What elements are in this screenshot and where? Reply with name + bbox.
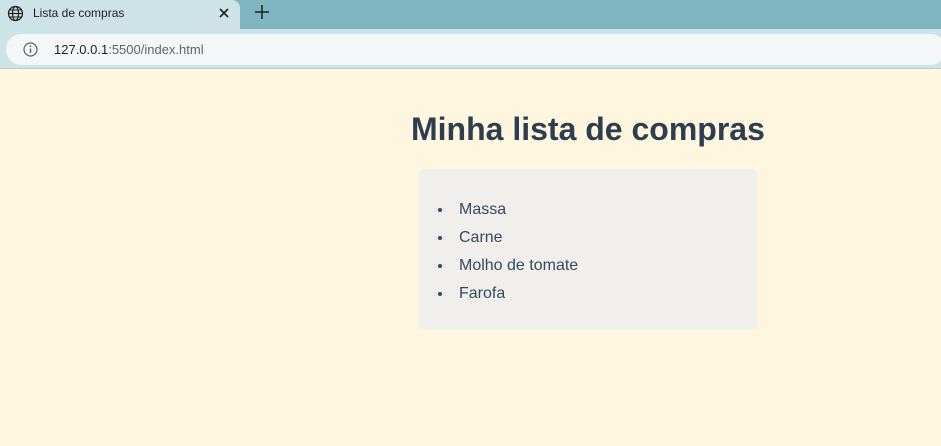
tab-title: Lista de compras [33,6,125,20]
shopping-list: Massa Carne Molho de tomate Farofa [438,196,578,308]
globe-icon [7,5,24,22]
list-item: Farofa [438,280,578,308]
info-icon[interactable] [23,42,38,57]
tab-lista-de-compras[interactable]: Lista de compras [0,0,240,29]
page-viewport: Minha lista de compras Massa Carne Molho… [0,69,941,446]
new-tab-plus-icon[interactable] [252,2,272,22]
url-path: :5500/index.html [108,42,204,57]
list-item: Carne [438,224,578,252]
address-bar[interactable]: 127.0.0.1:5500/index.html [6,34,941,65]
list-item: Molho de tomate [438,252,578,280]
tab-strip: Lista de compras [0,0,941,29]
close-tab-icon[interactable] [217,6,231,20]
list-item: Massa [438,196,578,224]
browser-toolbar: 127.0.0.1:5500/index.html [0,29,941,69]
page-title: Minha lista de compras [411,111,765,147]
url-host: 127.0.0.1 [54,42,109,57]
shopping-list-card: Massa Carne Molho de tomate Farofa [418,169,758,330]
url-text: 127.0.0.1:5500/index.html [54,42,204,57]
